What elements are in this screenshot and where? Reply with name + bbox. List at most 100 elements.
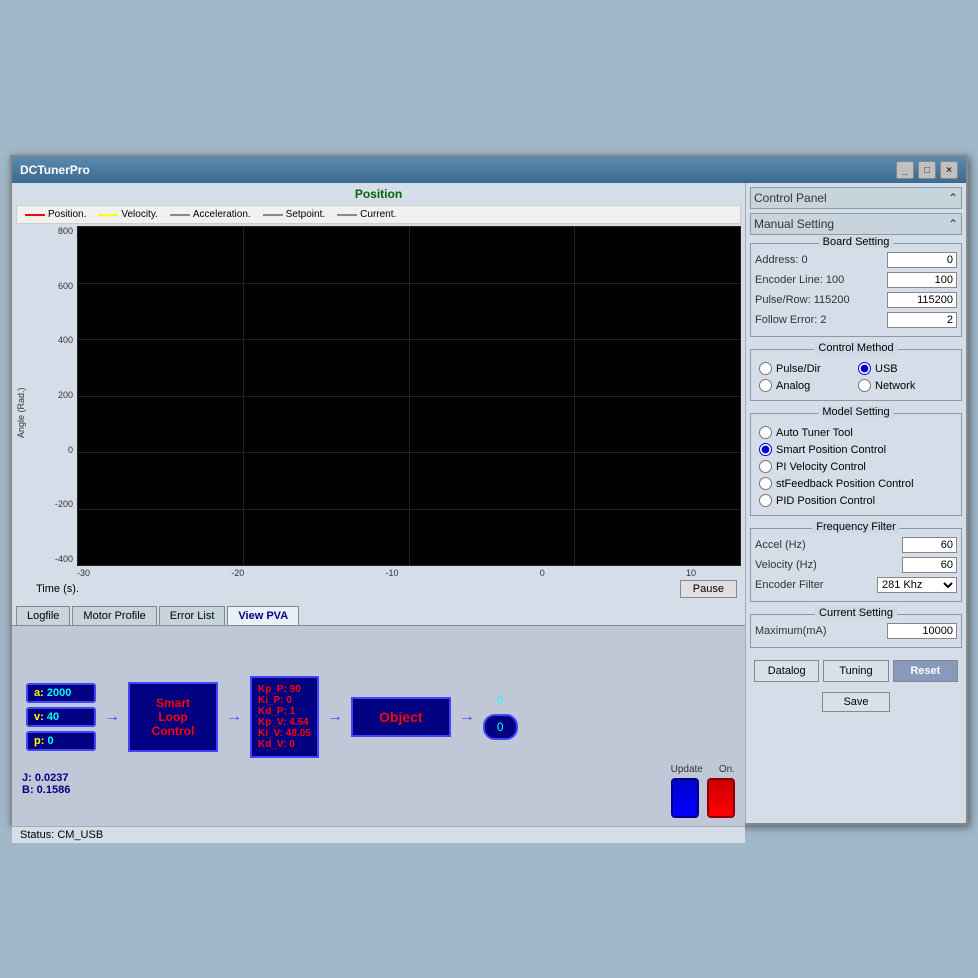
pid-position-label: PID Position Control — [776, 495, 875, 507]
a-value-box[interactable]: a: 2000 — [26, 683, 96, 703]
y-tick-0: 0 — [68, 445, 73, 455]
pid-position-radio[interactable] — [759, 494, 772, 507]
velocity-hz-label: Velocity (Hz) — [755, 559, 817, 571]
chart-wrapper: Angle (Rad.) 800 600 400 200 0 -200 -400 — [16, 226, 741, 600]
a-value: 2000 — [47, 687, 71, 699]
address-input[interactable] — [887, 252, 957, 268]
auto-tuner-radio[interactable] — [759, 426, 772, 439]
tab-motor-profile[interactable]: Motor Profile — [72, 606, 156, 625]
tab-logfile[interactable]: Logfile — [16, 606, 70, 625]
p-value-box[interactable]: p: 0 — [26, 731, 96, 751]
close-button[interactable]: × — [940, 161, 958, 179]
legend-current-label: Current. — [360, 209, 396, 220]
encoder-row: Encoder Line: 100 — [755, 272, 957, 288]
encoder-filter-label: Encoder Filter — [755, 579, 823, 591]
maximum-input[interactable] — [887, 623, 957, 639]
pulse-row: Pulse/Row: 115200 — [755, 292, 957, 308]
velocity-hz-input[interactable] — [902, 557, 957, 573]
pi-velocity-label: PI Velocity Control — [776, 461, 866, 473]
grid-v-1 — [77, 226, 78, 566]
control-method-group: Control Method Pulse/Dir USB Analog — [750, 349, 962, 401]
p-label: p: — [34, 735, 47, 747]
control-method-label: Control Method — [814, 342, 897, 354]
b-value: 0.1586 — [37, 784, 71, 796]
velocity-line-icon — [98, 214, 118, 216]
output-top-label: 0 — [497, 694, 503, 706]
j-row: J: 0.0237 — [22, 772, 70, 784]
auto-tuner-label: Auto Tuner Tool — [776, 427, 853, 439]
main-content: Position Position. Velocity. Acceleratio… — [12, 183, 966, 823]
velocity-hz-row: Velocity (Hz) — [755, 557, 957, 573]
on-label: On. — [719, 764, 735, 775]
x-tick-0: 0 — [540, 568, 545, 578]
smart-loop-label-1: Smart — [156, 696, 190, 710]
output-col: 0 0 — [483, 694, 518, 740]
a-label: a: — [34, 687, 47, 699]
y-tick-800: 800 — [58, 226, 73, 236]
y-tick-400: 400 — [58, 335, 73, 345]
follow-input[interactable] — [887, 312, 957, 328]
legend-setpoint: Setpoint. — [263, 209, 325, 220]
kd-p: Kd_P: 1 — [258, 706, 311, 717]
pi-velocity-radio[interactable] — [759, 460, 772, 473]
maximum-row: Maximum(mA) — [755, 623, 957, 639]
x-tick-10: 10 — [686, 568, 696, 578]
pulse-input[interactable] — [887, 292, 957, 308]
tab-view-pva[interactable]: View PVA — [227, 606, 299, 625]
update-on-labels: Update On. — [671, 764, 735, 775]
save-button[interactable]: Save — [822, 692, 889, 712]
datalog-button[interactable]: Datalog — [754, 660, 819, 682]
encoder-filter-select[interactable]: 281 Khz 140 Khz 70 Khz — [877, 577, 957, 593]
v-value-box[interactable]: v: 40 — [26, 707, 96, 727]
st-feedback-radio[interactable] — [759, 477, 772, 490]
tab-error-list[interactable]: Error List — [159, 606, 226, 625]
on-toggle[interactable] — [707, 778, 735, 818]
grid-v-4 — [574, 226, 575, 566]
minimize-button[interactable]: _ — [896, 161, 914, 179]
encoder-input[interactable] — [887, 272, 957, 288]
manual-expand-icon: ⌃ — [948, 217, 958, 231]
smart-loop-label-2: Loop — [158, 710, 187, 724]
chart-area: Position Position. Velocity. Acceleratio… — [12, 183, 745, 604]
tuning-button[interactable]: Tuning — [823, 660, 888, 682]
object-box: Object — [351, 697, 451, 737]
arrow-1: → — [104, 708, 120, 726]
maximize-button[interactable]: □ — [918, 161, 936, 179]
y-axis-title: Angle (Rad.) — [16, 226, 32, 600]
chart-inner: 800 600 400 200 0 -200 -400 — [32, 226, 741, 600]
st-feedback-label: stFeedback Position Control — [776, 478, 914, 490]
y-tick-600: 600 — [58, 281, 73, 291]
pause-button[interactable]: Pause — [680, 580, 737, 598]
control-panel-header: Control Panel ⌃ — [750, 187, 962, 209]
smart-position-radio[interactable] — [759, 443, 772, 456]
reset-button[interactable]: Reset — [893, 660, 958, 682]
network-row: Network — [858, 379, 953, 392]
right-panel: Control Panel ⌃ Manual Setting ⌃ Board S… — [746, 183, 966, 823]
x-tick-n20: -20 — [231, 568, 244, 578]
acceleration-line-icon — [170, 214, 190, 216]
network-radio[interactable] — [858, 379, 871, 392]
pulse-label: Pulse/Row: 115200 — [755, 294, 850, 306]
accel-hz-input[interactable] — [902, 537, 957, 553]
board-setting-label: Board Setting — [819, 236, 894, 248]
smart-loop-box: Smart Loop Control — [128, 682, 218, 752]
position-line-icon — [25, 214, 45, 216]
update-toggle[interactable] — [671, 778, 699, 818]
left-panel: Position Position. Velocity. Acceleratio… — [12, 183, 746, 823]
pulse-dir-radio[interactable] — [759, 362, 772, 375]
auto-tuner-row: Auto Tuner Tool — [759, 426, 953, 439]
usb-radio[interactable] — [858, 362, 871, 375]
bottom-buttons: Datalog Tuning Reset — [750, 656, 962, 686]
update-on-controls: Update On. — [671, 764, 735, 818]
expand-icon: ⌃ — [948, 191, 958, 205]
chart-title: Position — [16, 187, 741, 201]
legend-velocity: Velocity. — [98, 209, 158, 220]
titlebar-buttons: _ □ × — [896, 161, 958, 179]
control-method-options: Pulse/Dir USB Analog Network — [755, 358, 957, 396]
grid-v — [77, 226, 741, 566]
legend-position-label: Position. — [48, 209, 86, 220]
y-tick-200: 200 — [58, 390, 73, 400]
address-label: Address: 0 — [755, 254, 808, 266]
analog-radio[interactable] — [759, 379, 772, 392]
x-axis-title: Time (s). — [36, 583, 79, 595]
